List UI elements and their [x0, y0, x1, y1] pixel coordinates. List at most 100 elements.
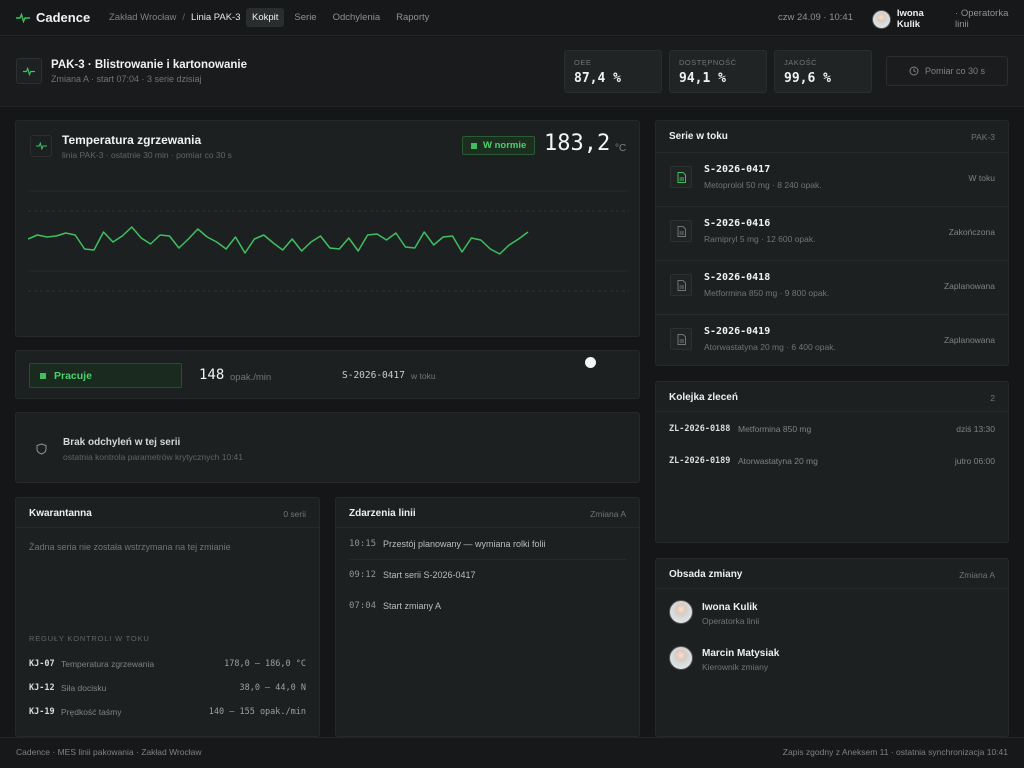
rule-range: 178,0 – 186,0 °C: [224, 659, 306, 669]
series-state: W toku: [968, 173, 995, 183]
tab-odchylenia[interactable]: Odchylenia: [327, 8, 387, 27]
temperature-series-line: [28, 226, 529, 255]
current-batch-code[interactable]: S-2026-0417: [342, 370, 405, 381]
series-code: S-2026-0417: [704, 164, 771, 175]
rule-row[interactable]: KJ-12 Siła docisku 38,0 – 44,0 N: [29, 683, 306, 697]
temperature-unit: °C: [615, 143, 627, 154]
order-row[interactable]: ZL-2026-0188 Metformina 850 mg dziś 13:3…: [669, 424, 995, 444]
deviation-subtitle: ostatnia kontrola parametrów krytycznych…: [63, 452, 244, 462]
series-code: S-2026-0418: [704, 272, 771, 283]
crew-name: Marcin Matysiak: [702, 648, 780, 659]
throughput-value: 148: [199, 367, 225, 383]
user-role: · Operatorka linii: [955, 8, 1009, 30]
rule-row[interactable]: KJ-07 Temperatura zgrzewania 178,0 – 186…: [29, 659, 306, 673]
orders-panel: Kolejka zleceń 2 ZL-2026-0188 Metformina…: [655, 381, 1009, 543]
clock: czw 24.09 · 10:41: [778, 12, 853, 23]
footer-info: Cadence · MES linii pakowania · Zakład W…: [16, 747, 202, 757]
brand[interactable]: Cadence: [16, 10, 90, 25]
event-text: Start serii S-2026-0417: [383, 570, 476, 580]
user-menu[interactable]: Iwona Kulik · Operatorka linii: [872, 8, 1024, 30]
series-row[interactable]: S-2026-0417 Metoprolol 50 mg · 8 240 opa…: [656, 152, 1008, 206]
divider: [656, 411, 1008, 412]
measure-interval-label: Pomiar co 30 s: [924, 66, 986, 76]
rule-code: KJ-19: [29, 707, 55, 717]
rule-name: Siła docisku: [61, 683, 107, 693]
kpi-value: 87,4 %: [574, 71, 621, 86]
rule-row[interactable]: KJ-19 Prędkość taśmy 140 – 155 opak./min: [29, 707, 306, 721]
document-icon: [670, 328, 692, 350]
temperature-icon-box: [30, 135, 52, 157]
current-batch-state: w toku: [411, 371, 436, 381]
document-icon: [670, 274, 692, 296]
rule-range: 140 – 155 opak./min: [208, 707, 306, 717]
measure-interval-button[interactable]: Pomiar co 30 s: [886, 56, 1008, 86]
crew-shift: Zmiana A: [959, 570, 995, 580]
rule-name: Temperatura zgrzewania: [61, 659, 155, 669]
series-row[interactable]: S-2026-0416 Ramipryl 5 mg · 12 600 opak.…: [656, 206, 1008, 260]
crew-name: Iwona Kulik: [702, 602, 758, 613]
breadcrumb: Zakład Wrocław / Linia PAK-3: [109, 12, 241, 23]
event-item[interactable]: 10:15 Przestój planowany — wymiana rolki…: [349, 539, 626, 555]
quarantine-panel: Kwarantanna 0 serii Żadna seria nie zost…: [15, 497, 320, 737]
series-panel: Serie w toku PAK-3 S-2026-0417 Metoprolo…: [655, 120, 1009, 366]
series-row[interactable]: S-2026-0419 Atorwastatyna 20 mg · 6 400 …: [656, 314, 1008, 368]
divider: [336, 527, 639, 528]
document-icon: [670, 220, 692, 242]
pulse-icon: [16, 12, 30, 23]
rules-heading: REGUŁY KONTROLI W TOKU: [29, 634, 150, 643]
events-panel: Zdarzenia linii Zmiana A 10:15 Przestój …: [335, 497, 640, 737]
avatar: [669, 600, 693, 624]
line-subtitle: Zmiana A · start 07:04 · 3 serie dzisiaj: [51, 74, 202, 84]
tab-raporty[interactable]: Raporty: [390, 8, 435, 27]
temperature-panel: Temperatura zgrzewania linia PAK-3 · ost…: [15, 120, 640, 337]
series-description: Metoprolol 50 mg · 8 240 opak.: [704, 180, 822, 190]
line-icon: [16, 58, 42, 84]
series-description: Ramipryl 5 mg · 12 600 opak.: [704, 234, 816, 244]
footer-sync: Zapis zgodny z Aneksem 11 · ostatnia syn…: [782, 747, 1008, 757]
running-indicator-icon: [40, 372, 46, 379]
deviation-panel: Brak odchyleń w tej serii ostatnia kontr…: [15, 412, 640, 483]
kpi-label: OEE: [574, 58, 592, 67]
crew-role: Kierownik zmiany: [702, 662, 769, 672]
series-code: S-2026-0416: [704, 218, 771, 229]
running-status-badge: Pracuje: [29, 363, 182, 388]
event-time: 10:15: [349, 539, 377, 549]
quarantine-title: Kwarantanna: [29, 508, 92, 519]
series-title: Serie w toku: [669, 131, 728, 142]
series-description: Metformina 850 mg · 9 800 opak.: [704, 288, 830, 298]
status-indicator-icon: [471, 142, 477, 149]
throughput-unit: opak./min: [230, 372, 272, 383]
crew-title: Obsada zmiany: [669, 569, 743, 580]
order-name: Atorwastatyna 20 mg: [738, 456, 818, 466]
divider: [16, 527, 319, 528]
divider: [349, 559, 626, 560]
avatar: [669, 646, 693, 670]
event-item[interactable]: 09:12 Start serii S-2026-0417: [349, 570, 626, 586]
events-title: Zdarzenia linii: [349, 508, 416, 519]
series-description: Atorwastatyna 20 mg · 6 400 opak.: [704, 342, 836, 352]
document-icon: [670, 166, 692, 188]
order-name: Metformina 850 mg: [738, 424, 812, 434]
kpi-value: 94,1 %: [679, 71, 726, 86]
breadcrumb-line[interactable]: Linia PAK-3: [191, 12, 240, 23]
tab-serie[interactable]: Serie: [288, 8, 322, 27]
series-line: PAK-3: [971, 132, 995, 142]
temperature-chart: [28, 190, 629, 292]
footer: Cadence · MES linii pakowania · Zakład W…: [0, 737, 1024, 768]
series-row[interactable]: S-2026-0418 Metformina 850 mg · 9 800 op…: [656, 260, 1008, 314]
line-status-panel: Pracuje 148 opak./min S-2026-0417 w toku: [15, 350, 640, 399]
event-text: Przestój planowany — wymiana rolki folii: [383, 539, 546, 549]
kpi-oee: OEE 87,4 %: [564, 50, 662, 93]
user-name: Iwona Kulik: [896, 8, 924, 30]
pulse-icon: [35, 142, 47, 150]
nav-tabs: Kokpit Serie Odchylenia Raporty: [246, 8, 435, 27]
tab-kokpit[interactable]: Kokpit: [246, 8, 285, 27]
rule-code: KJ-07: [29, 659, 55, 669]
breadcrumb-plant[interactable]: Zakład Wrocław: [109, 12, 176, 23]
event-item[interactable]: 07:04 Start zmiany A: [349, 601, 626, 617]
series-state: Zakończona: [948, 227, 995, 237]
series-state: Zaplanowana: [943, 281, 995, 291]
status-badge-label: W normie: [483, 140, 527, 151]
line-title: PAK-3 · Blistrowanie i kartonowanie: [51, 59, 247, 71]
order-row[interactable]: ZL-2026-0189 Atorwastatyna 20 mg jutro 0…: [669, 456, 995, 476]
